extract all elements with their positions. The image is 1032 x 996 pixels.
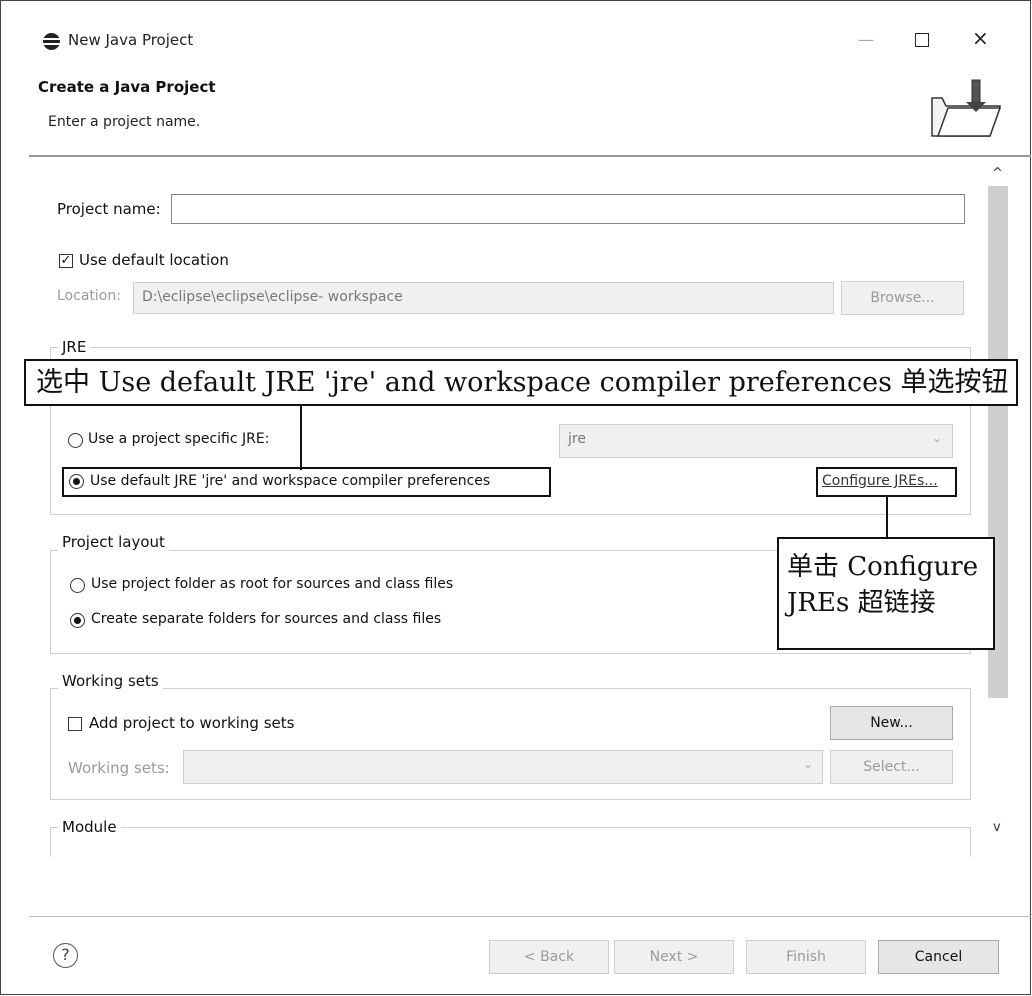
working-sets-select[interactable] bbox=[183, 750, 823, 784]
folder-icon bbox=[931, 79, 1002, 137]
configure-jres-link[interactable]: Configure JREs... bbox=[822, 473, 938, 489]
checkbox-checked-icon[interactable]: ✓ bbox=[59, 254, 73, 268]
project-layout-title: Project layout bbox=[58, 533, 169, 551]
next-button[interactable]: Next > bbox=[614, 940, 734, 974]
callout-right-line1: 单击 Configure bbox=[787, 552, 979, 582]
use-default-location-label[interactable]: Use default location bbox=[79, 251, 229, 269]
new-working-set-button[interactable]: New... bbox=[830, 706, 953, 740]
add-to-working-sets-checkbox[interactable] bbox=[68, 717, 82, 731]
module-title: Module bbox=[58, 818, 121, 836]
layout-root-option[interactable]: Use project folder as root for sources a… bbox=[91, 576, 453, 592]
scroll-down-icon[interactable]: v bbox=[993, 820, 1001, 835]
working-sets-title: Working sets bbox=[58, 672, 163, 690]
close-button[interactable]: × bbox=[972, 26, 989, 50]
maximize-icon[interactable] bbox=[915, 33, 929, 47]
help-icon[interactable]: ? bbox=[53, 943, 78, 968]
location-field[interactable]: D:\eclipse\eclipse\eclipse- workspace bbox=[133, 282, 834, 314]
radio-icon[interactable] bbox=[70, 578, 85, 593]
browse-button[interactable]: Browse... bbox=[841, 281, 964, 315]
footer-separator bbox=[29, 916, 1031, 917]
page-subtitle: Enter a project name. bbox=[48, 114, 201, 130]
specific-jre-label[interactable]: Use a project specific JRE: bbox=[88, 431, 269, 447]
cancel-button[interactable]: Cancel bbox=[878, 940, 999, 974]
window-title: New Java Project bbox=[68, 31, 194, 49]
jre-group-title: JRE bbox=[58, 338, 91, 356]
layout-separate-option[interactable]: Create separate folders for sources and … bbox=[91, 611, 441, 627]
project-name-input[interactable] bbox=[171, 194, 965, 224]
module-group bbox=[50, 827, 971, 857]
default-jre-label[interactable]: Use default JRE 'jre' and workspace comp… bbox=[90, 473, 490, 489]
specific-jre-select[interactable]: jre bbox=[559, 424, 953, 458]
finish-button[interactable]: Finish bbox=[746, 940, 866, 974]
radio-icon[interactable] bbox=[70, 613, 85, 628]
callout-top: 选中 Use default JRE 'jre' and workspace c… bbox=[24, 359, 1018, 406]
minimize-button[interactable]: — bbox=[858, 30, 874, 49]
callout-right: 单击 Configure JREs 超链接 bbox=[777, 537, 995, 650]
dropdown-arrow-icon: ⌄ bbox=[803, 757, 814, 771]
back-button[interactable]: < Back bbox=[489, 940, 609, 974]
location-label: Location: bbox=[57, 288, 121, 304]
radio-icon[interactable] bbox=[69, 474, 84, 489]
project-name-label: Project name: bbox=[57, 200, 161, 218]
header-separator bbox=[29, 155, 1031, 157]
radio-icon[interactable] bbox=[68, 433, 83, 448]
callout-top-leader bbox=[300, 404, 302, 470]
scroll-up-icon[interactable]: ^ bbox=[992, 166, 1003, 181]
eclipse-icon bbox=[43, 33, 60, 50]
select-working-set-button[interactable]: Select... bbox=[830, 750, 953, 784]
dropdown-arrow-icon: ⌄ bbox=[932, 431, 943, 445]
callout-right-leader bbox=[886, 497, 888, 539]
add-to-working-sets-label[interactable]: Add project to working sets bbox=[89, 714, 294, 732]
working-sets-label: Working sets: bbox=[68, 759, 170, 777]
page-title: Create a Java Project bbox=[38, 78, 216, 96]
callout-right-line2: JREs 超链接 bbox=[787, 588, 936, 618]
